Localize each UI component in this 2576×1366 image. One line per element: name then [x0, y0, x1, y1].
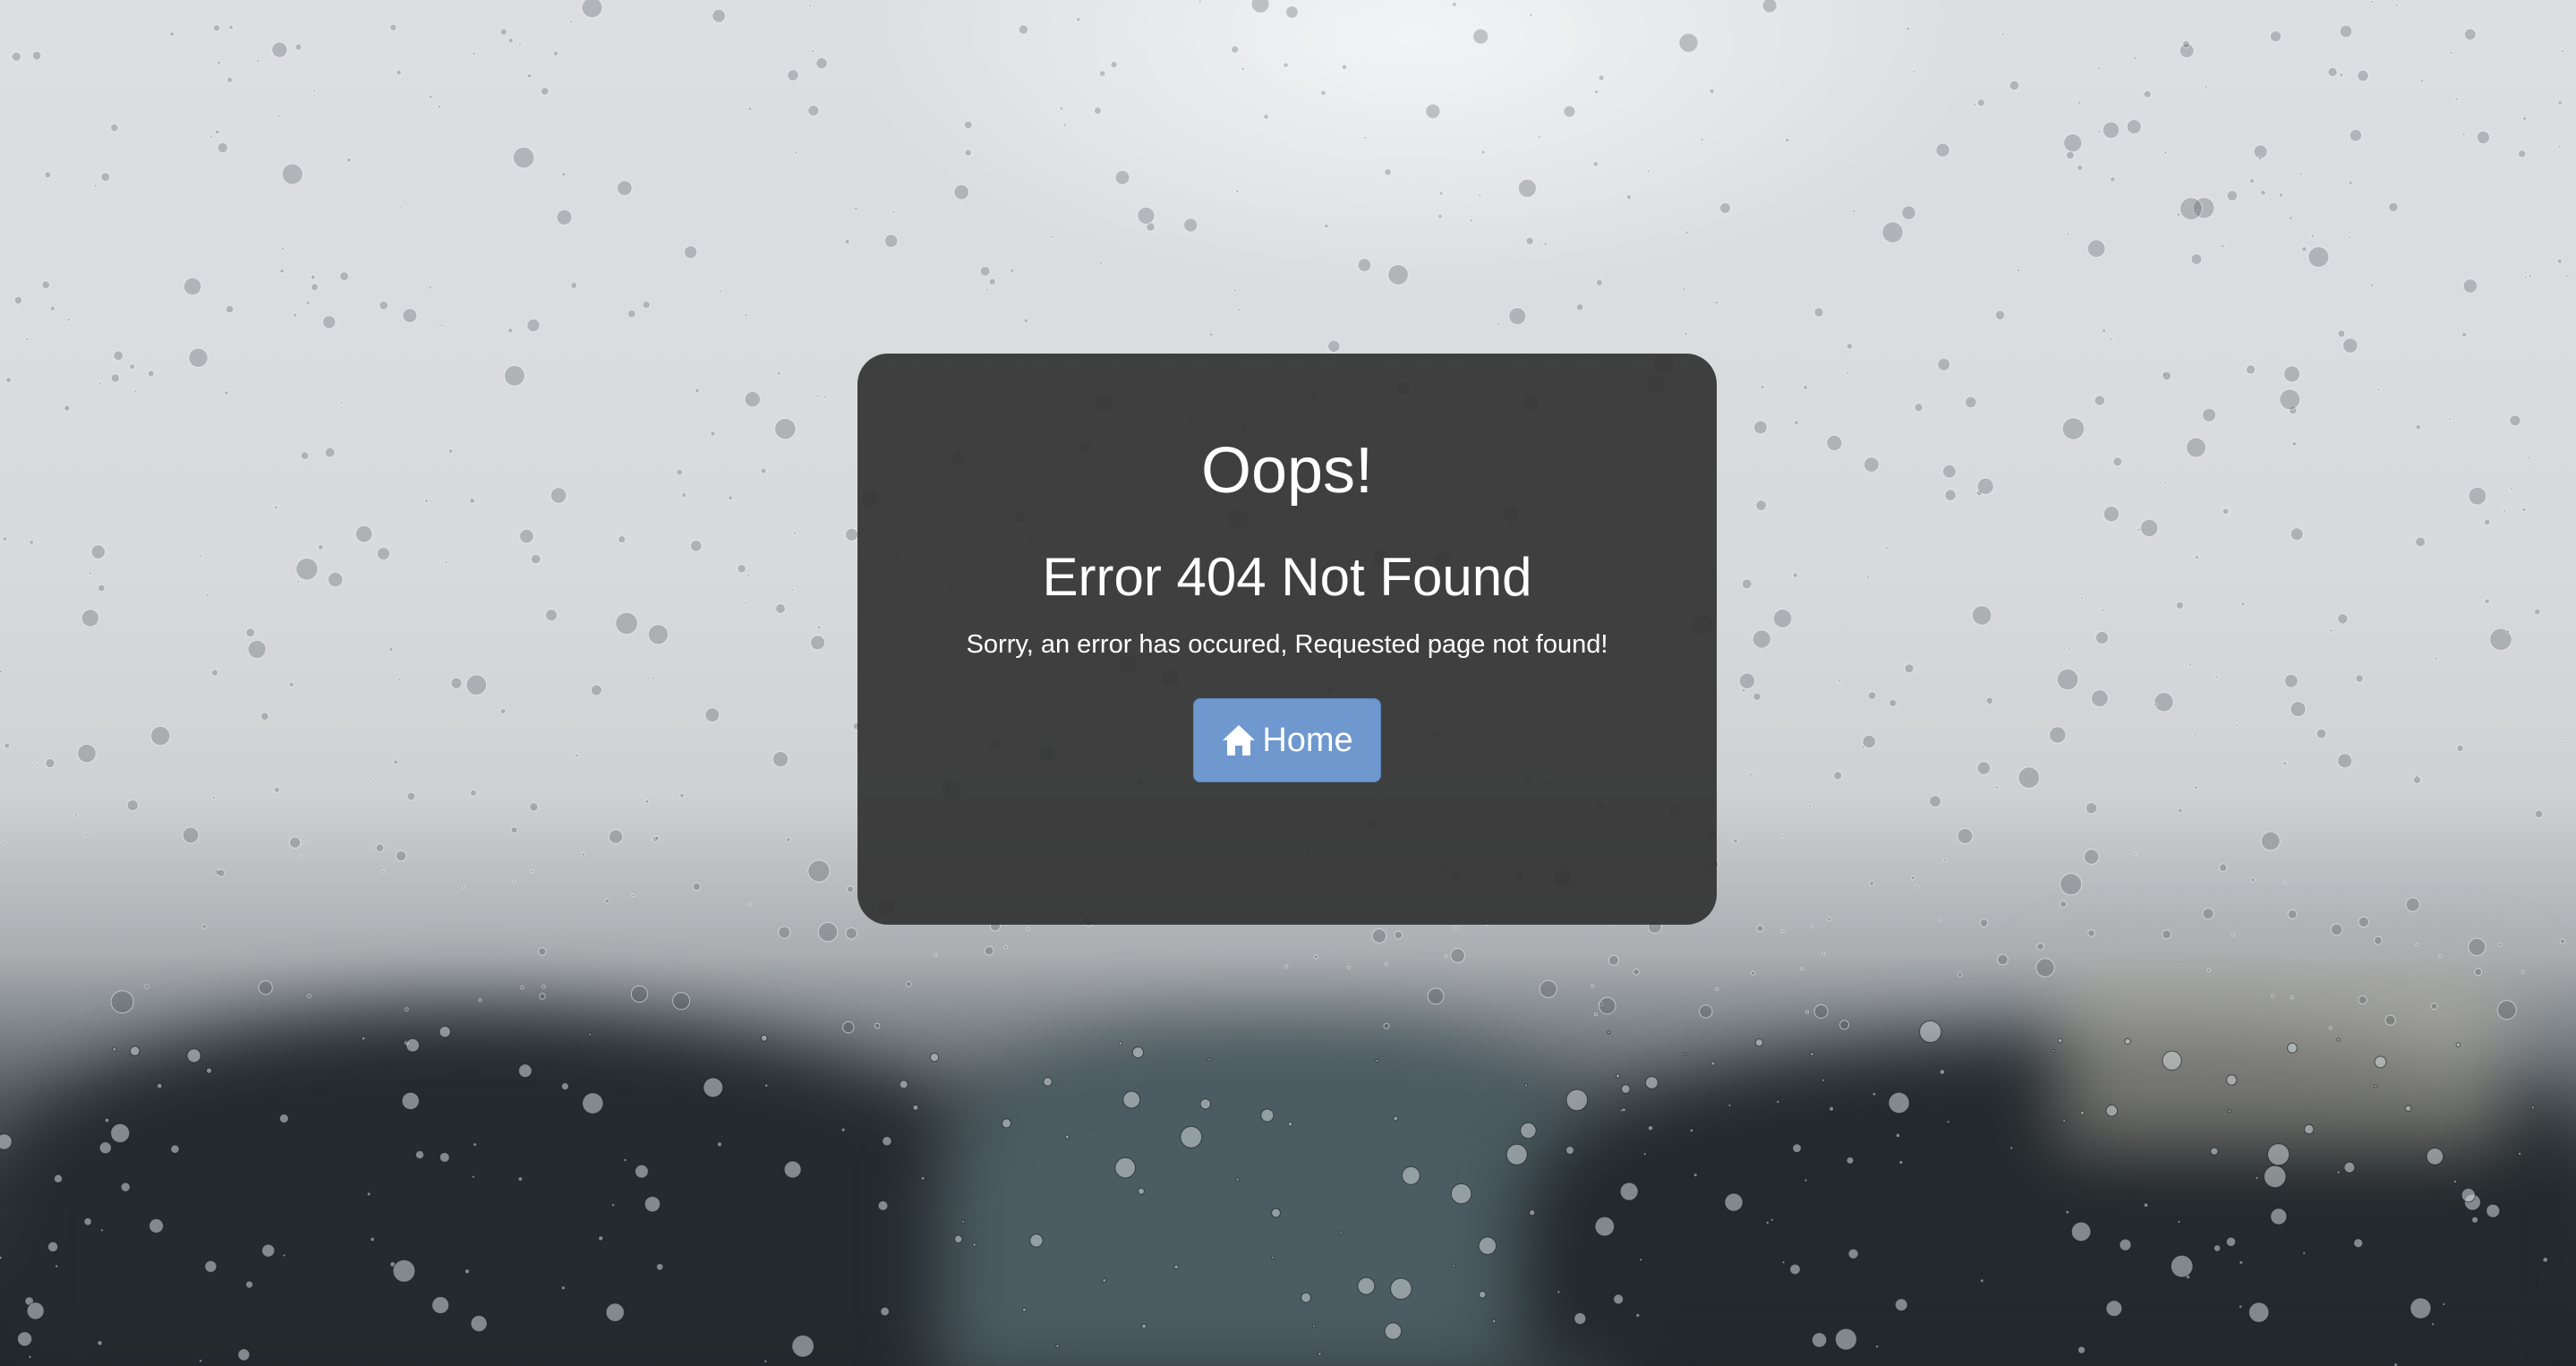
error-message: Sorry, an error has occured, Requested p…: [966, 630, 1608, 659]
oops-heading: Oops!: [1200, 435, 1374, 507]
error-card: Oops! Error 404 Not Found Sorry, an erro…: [857, 354, 1717, 925]
home-button[interactable]: Home: [1193, 698, 1381, 782]
home-button-label: Home: [1262, 721, 1353, 759]
home-icon: [1221, 723, 1257, 757]
error-title: Error 404 Not Found: [1042, 547, 1532, 607]
